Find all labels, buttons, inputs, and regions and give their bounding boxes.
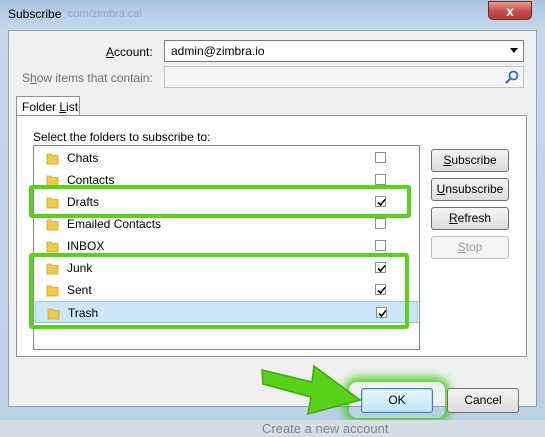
subscribe-dialog: Subscribe com/zimbra.cal x Account: admi… bbox=[0, 0, 545, 437]
folder-name: Emailed Contacts bbox=[67, 217, 162, 231]
filter-label: Show items that contain: bbox=[22, 71, 153, 85]
filter-input[interactable] bbox=[164, 66, 524, 88]
account-value: admin@zimbra.io bbox=[171, 44, 265, 58]
annotation-arrow-icon bbox=[261, 364, 362, 416]
instruction-label: Select the folders to subscribe to: bbox=[33, 130, 211, 144]
close-button[interactable]: x bbox=[488, 1, 532, 20]
subscribe-checkbox[interactable] bbox=[375, 218, 386, 229]
folder-icon bbox=[46, 153, 59, 165]
close-icon: x bbox=[506, 3, 514, 19]
stop-button[interactable]: Stop bbox=[431, 236, 509, 259]
highlight-box-drafts bbox=[29, 185, 411, 218]
highlight-box-junk-sent-trash bbox=[29, 253, 409, 329]
subscribe-checkbox[interactable] bbox=[375, 174, 386, 185]
title-bar[interactable]: Subscribe com/zimbra.cal x bbox=[0, 0, 545, 30]
chevron-down-icon bbox=[510, 48, 518, 53]
subscribe-button[interactable]: Subscribe bbox=[431, 149, 509, 172]
account-label: Account: bbox=[106, 45, 153, 59]
background-window-strip: Create a new account bbox=[0, 420, 545, 437]
folder-name: INBOX bbox=[67, 239, 105, 253]
folder-name: Chats bbox=[67, 151, 99, 165]
background-text: Create a new account bbox=[262, 421, 389, 436]
account-dropdown[interactable]: admin@zimbra.io bbox=[164, 40, 524, 62]
subscribe-checkbox[interactable] bbox=[375, 152, 386, 163]
refresh-button[interactable]: Refresh bbox=[431, 207, 509, 230]
ok-button[interactable]: OK bbox=[361, 388, 433, 413]
folder-icon bbox=[46, 219, 59, 231]
subscribe-checkbox[interactable] bbox=[375, 240, 386, 251]
window-title: Subscribe bbox=[8, 7, 62, 21]
tab-folder-list[interactable]: Folder List bbox=[16, 96, 80, 116]
search-icon[interactable] bbox=[505, 70, 519, 84]
cancel-button[interactable]: Cancel bbox=[447, 388, 519, 413]
list-item[interactable]: Chats bbox=[35, 147, 418, 169]
folder-icon bbox=[46, 241, 59, 253]
title-ghost-text: com/zimbra.cal bbox=[68, 8, 142, 20]
unsubscribe-button[interactable]: Unsubscribe bbox=[431, 178, 509, 201]
